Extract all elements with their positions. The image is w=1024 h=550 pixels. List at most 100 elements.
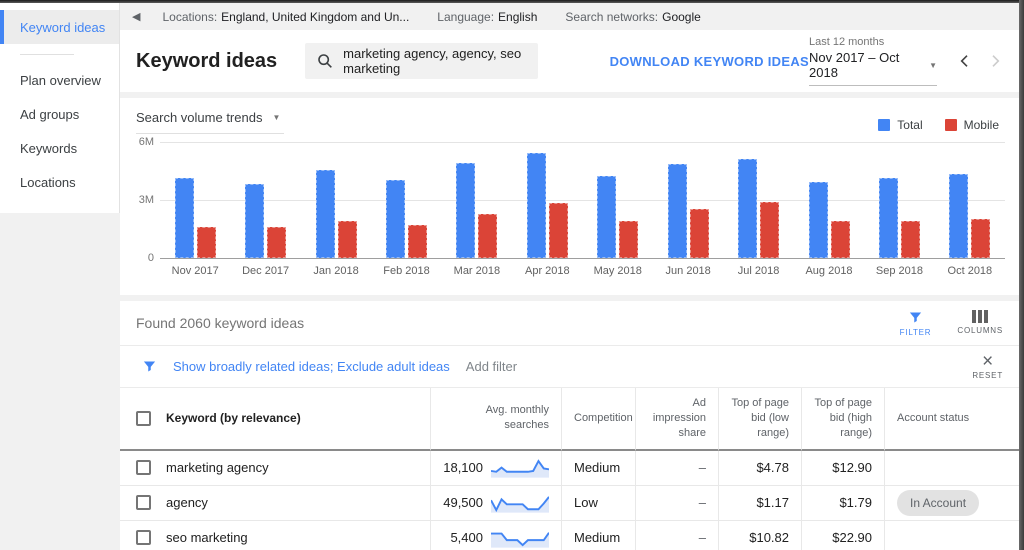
chevron-left-icon xyxy=(960,55,968,67)
results-count-text: Found 2060 keyword ideas xyxy=(136,315,305,331)
search-trend-sparkline xyxy=(491,531,549,548)
x-axis-label: Jul 2018 xyxy=(737,265,780,277)
filter-button[interactable]: FILTER xyxy=(900,310,932,337)
bar-total xyxy=(385,180,405,258)
column-header-label: Keyword (by relevance) xyxy=(166,411,301,426)
bar-total xyxy=(315,170,335,258)
back-icon[interactable]: ◀ xyxy=(132,10,140,23)
columns-button-label: COLUMNS xyxy=(957,325,1003,335)
bar-total xyxy=(456,163,476,258)
chart-bar-group xyxy=(794,142,864,258)
active-filters-bar: Show broadly related ideas; Exclude adul… xyxy=(120,346,1019,388)
search-query-text: marketing agency, agency, seo marketing xyxy=(343,46,522,76)
x-axis-label: Aug 2018 xyxy=(805,265,853,277)
chart-bar-group xyxy=(935,142,1005,258)
close-icon: × xyxy=(982,350,994,372)
legend-swatch-icon xyxy=(944,119,957,131)
competition-cell: Low xyxy=(561,485,635,521)
date-next-button[interactable] xyxy=(987,53,1003,69)
top-bid-high-cell: $1.79 xyxy=(801,485,884,521)
page-title: Keyword ideas xyxy=(136,49,278,72)
account-status-cell xyxy=(884,450,1019,486)
keyword-cell: marketing agency xyxy=(120,451,430,486)
bar-mobile xyxy=(548,203,568,258)
ad-impression-share-value: – xyxy=(698,530,706,546)
chevron-right-icon xyxy=(992,55,1000,67)
column-header-2: Competition xyxy=(561,388,635,451)
ad-impression-share-cell: – xyxy=(635,450,718,486)
keyword-results-panel: Found 2060 keyword ideas FILTER COLUMNS … xyxy=(120,301,1019,550)
ad-impression-share-value: – xyxy=(698,460,706,476)
select-all-checkbox[interactable] xyxy=(136,410,151,426)
setting-value: England, United Kingdom and Un... xyxy=(221,9,410,24)
legend-item-mobile: Mobile xyxy=(944,118,999,132)
download-keyword-ideas-link[interactable]: DOWNLOAD KEYWORD IDEAS xyxy=(610,54,809,69)
bar-total xyxy=(667,164,687,258)
legend-swatch-icon xyxy=(878,119,891,131)
window-right-edge xyxy=(1019,0,1024,550)
columns-icon xyxy=(972,309,989,323)
column-header-1: Avg. monthly searches xyxy=(430,388,561,451)
legend-label: Mobile xyxy=(963,118,999,132)
x-axis-label: Mar 2018 xyxy=(453,265,501,277)
columns-button[interactable]: COLUMNS xyxy=(957,309,1003,337)
sidebar-item-keywords[interactable]: Keywords xyxy=(0,131,119,165)
column-header-0: Keyword (by relevance) xyxy=(120,388,430,451)
row-checkbox[interactable] xyxy=(136,495,151,511)
setting-value: English xyxy=(498,9,538,24)
y-axis-tick: 6M xyxy=(138,136,154,148)
keyword-search-box[interactable]: marketing agency, agency, seo marketing xyxy=(305,43,538,79)
x-axis-label: Jan 2018 xyxy=(313,265,359,277)
x-axis-label: Jun 2018 xyxy=(665,265,711,277)
bar-mobile xyxy=(478,214,498,258)
chart-type-dropdown[interactable]: Search volume trends ▼ xyxy=(136,110,285,134)
header-panel: Keyword ideas marketing agency, agency, … xyxy=(120,30,1019,92)
plan-setting-search-networks[interactable]: Search networks: Google xyxy=(565,10,700,24)
bar-total xyxy=(174,178,194,258)
chart-bar-group xyxy=(864,142,934,258)
bar-mobile xyxy=(337,221,357,258)
chart-bar-group xyxy=(301,142,371,258)
sidebar-item-locations[interactable]: Locations xyxy=(0,165,119,199)
reset-filters-button[interactable]: × RESET xyxy=(972,350,1003,380)
row-checkbox[interactable] xyxy=(136,460,151,476)
chart-bar-group xyxy=(160,142,230,258)
y-axis-tick: 3M xyxy=(138,194,154,206)
competition-cell: Medium xyxy=(561,520,635,550)
caret-down-icon: ▼ xyxy=(272,113,281,122)
sidebar-item-plan-overview[interactable]: Plan overview xyxy=(0,63,119,97)
filter-button-label: FILTER xyxy=(899,327,932,337)
top-bid-high-cell: $22.90 xyxy=(801,520,884,550)
bar-total xyxy=(738,158,758,258)
bar-total xyxy=(526,152,546,258)
column-header-6: Account status xyxy=(884,388,1019,451)
sidebar-item-keyword-ideas[interactable]: Keyword ideas xyxy=(0,10,119,44)
avg-monthly-searches-cell: 49,500 xyxy=(430,485,561,521)
search-trend-sparkline xyxy=(491,458,549,478)
plan-setting-locations[interactable]: Locations: England, United Kingdom and Un… xyxy=(162,10,409,24)
top-bid-high-cell: $12.90 xyxy=(801,450,884,486)
chart-bar-group xyxy=(371,142,441,258)
keyword-cell: seo marketing xyxy=(120,521,430,550)
avg-searches-value: 49,500 xyxy=(443,495,483,511)
add-filter-button[interactable]: Add filter xyxy=(466,359,517,374)
setting-label: Language: xyxy=(437,9,495,24)
column-header-4: Top of page bid (low range) xyxy=(718,388,801,451)
avg-searches-value: 18,100 xyxy=(443,460,483,476)
keyword-cell: agency xyxy=(120,486,430,521)
x-axis-label: Nov 2017 xyxy=(171,265,219,277)
sidebar-item-ad-groups[interactable]: Ad groups xyxy=(0,97,119,131)
plan-setting-language[interactable]: Language: English xyxy=(437,10,537,24)
in-account-badge: In Account xyxy=(897,489,980,516)
keyword-text: marketing agency xyxy=(166,460,269,476)
date-range-selector[interactable]: Last 12 months Nov 2017 – Oct 2018 ▼ xyxy=(809,36,937,86)
active-filter-chips[interactable]: Show broadly related ideas; Exclude adul… xyxy=(173,359,450,374)
chart-dropdown-label: Search volume trends xyxy=(136,110,263,125)
row-checkbox[interactable] xyxy=(136,530,151,546)
date-prev-button[interactable] xyxy=(957,53,973,69)
chart-legend: Total Mobile xyxy=(878,118,1005,134)
keyword-ideas-table: Keyword (by relevance) Avg. monthly searc… xyxy=(120,388,1019,550)
ad-impression-share-cell: – xyxy=(635,485,718,521)
x-axis-label: Feb 2018 xyxy=(383,265,430,277)
search-icon xyxy=(318,54,333,68)
